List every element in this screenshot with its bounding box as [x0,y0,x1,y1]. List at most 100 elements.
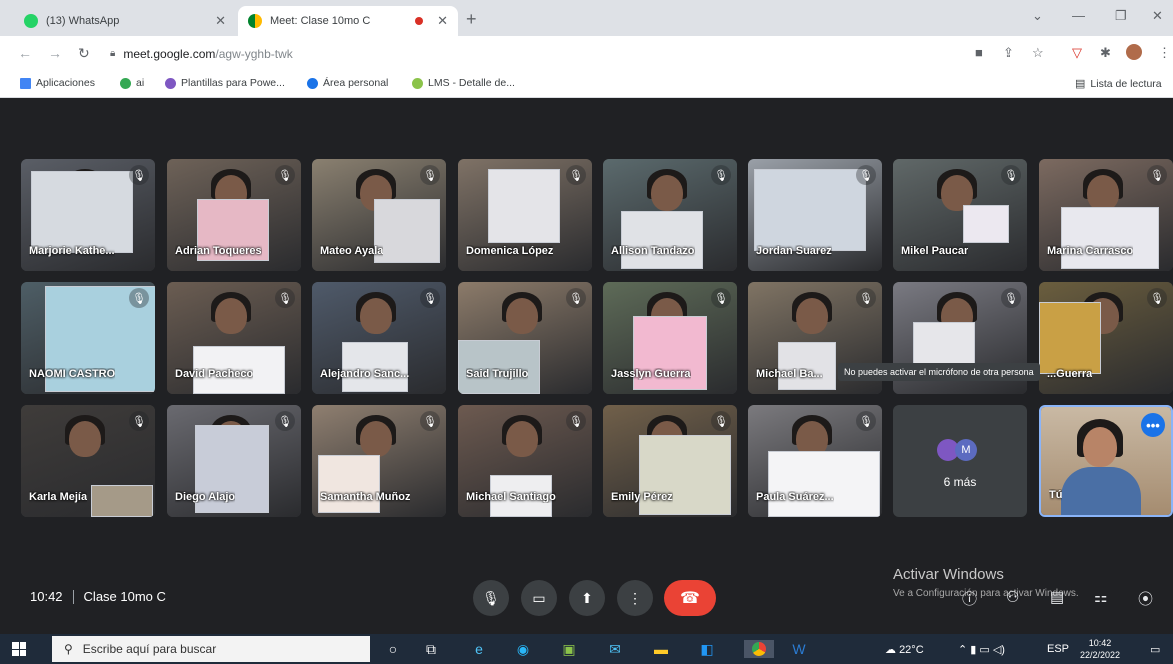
participant-tile[interactable]: 🎙︎ Allison Tandazo [603,159,737,271]
mail-icon[interactable]: ✉ [606,640,624,658]
participant-tile[interactable]: 🎙︎ Said Trujillo [458,282,592,394]
participant-body [1061,467,1141,515]
participant-name: David Pacheco [175,368,254,380]
restore-button[interactable]: ❐ [1115,8,1127,24]
more-participants-tile[interactable]: M 6 más [893,405,1027,517]
held-paper [1039,302,1101,374]
bookmark-apps[interactable]: Aplicaciones [20,77,95,89]
participant-name: Mikel Paucar [901,245,969,257]
extensions-puzzle-icon[interactable]: ✱ [1100,45,1111,61]
self-tile[interactable]: ••• Tú [1039,405,1173,517]
held-paper [639,435,731,515]
camera-button[interactable]: ▭ [521,580,557,616]
bookmark-ai[interactable]: ai [120,77,144,89]
extension-icon[interactable]: ▽ [1072,45,1082,61]
activities-icon[interactable]: ⚏ [1094,588,1107,606]
host-controls-icon[interactable]: ⦿ [1138,588,1153,609]
bookmark-label: ai [136,77,145,89]
participant-tile[interactable]: 🎙︎ Marina Carrasco [1039,159,1173,271]
cortana-icon[interactable]: ○ [384,640,402,658]
task-view-icon[interactable]: ⧉ [422,640,440,658]
participant-tile[interactable]: 🎙︎ Mikel Paucar [893,159,1027,271]
participant-tile[interactable]: 🎙︎ Adrian Toqueres [167,159,301,271]
participant-tile[interactable]: 🎙︎ Diego Alajo [167,405,301,517]
participant-tile[interactable]: 🎙︎ NAOMI CASTRO [21,282,155,394]
bookmark-plantillas[interactable]: Plantillas para Powe... [165,77,285,89]
profile-avatar[interactable] [1126,44,1142,60]
weather-temp: 22°C [899,644,924,656]
participant-tile[interactable]: 🎙︎ Domenica López [458,159,592,271]
more-options-icon[interactable]: ••• [1141,413,1165,437]
reading-list-label: Lista de lectura [1090,77,1162,90]
close-tab-icon[interactable]: ✕ [437,13,448,29]
participant-tile[interactable]: 🎙︎ Jasslyn Guerra [603,282,737,394]
windows-start-icon[interactable] [12,642,26,656]
menu-icon[interactable]: ⋮ [1158,45,1171,61]
more-options-button[interactable]: ⋮ [617,580,653,616]
muted-microphone-icon: 🎙︎ [1001,288,1021,308]
held-paper [91,485,153,517]
participant-tile[interactable]: 🎙︎ Paula Suárez... [748,405,882,517]
participant-tile[interactable]: 🎙︎ ...Guerra [1039,282,1173,394]
tab-search-icon[interactable]: ⌄ [1032,8,1043,24]
muted-microphone-icon: 🎙︎ [129,411,149,431]
participant-tile[interactable]: 🎙︎ Mateo Ayala [312,159,446,271]
muted-microphone-icon: 🎙︎ [420,165,440,185]
participant-name: Adrian Toqueres [175,245,262,257]
people-icon[interactable]: ⚇ [1006,588,1019,606]
chrome-icon[interactable] [744,640,774,658]
tab-whatsapp[interactable]: (13) WhatsApp ✕ [14,6,236,36]
participant-tile[interactable]: 🎙︎ Marjorie Kathe... [21,159,155,271]
reading-list-button[interactable]: ▤ Lista de lectura [1075,77,1162,91]
held-paper [488,169,560,243]
notifications-icon[interactable]: ▭ [1150,643,1160,656]
participant-tile[interactable]: 🎙︎ Emily Pérez [603,405,737,517]
address-bar[interactable]: 🔒︎ meet.google.com/agw-yghb-twk [110,44,960,63]
tray-icons[interactable]: ⌃ ▮ ▭ ◁) [958,643,1005,656]
minimize-button[interactable]: — [1072,8,1085,23]
close-tab-icon[interactable]: ✕ [215,13,226,29]
internet-explorer-icon[interactable]: e [470,640,488,658]
participant-face [796,298,828,334]
forward-button[interactable]: → [48,45,62,61]
reload-button[interactable]: ↻ [78,45,90,62]
reading-list-icon: ▤ [1075,78,1086,90]
participant-tile[interactable]: 🎙︎ Alejandro Sanc... [312,282,446,394]
bookmark-star-icon[interactable]: ☆ [1032,45,1044,61]
bookmark-lms[interactable]: LMS - Detalle de... [412,77,515,89]
back-button[interactable]: ← [18,45,32,61]
held-paper [778,342,836,390]
share-icon[interactable]: ⇪ [1003,45,1014,61]
camera-in-use-icon[interactable]: ■ [975,45,983,60]
participant-tile[interactable]: 🎙︎ Michael Santiago [458,405,592,517]
leave-call-button[interactable]: ☎︎ [664,580,716,616]
present-button[interactable]: ⬆ [569,580,605,616]
tab-meet[interactable]: Meet: Clase 10mo C ✕ [238,6,458,36]
weather-widget[interactable]: ☁ 22°C [885,643,924,656]
taskbar-clock[interactable]: 10:42 22/2/2022 [1080,637,1120,661]
edge-icon[interactable]: ◉ [514,640,532,658]
more-participants-label: 6 más [943,475,977,489]
close-window-button[interactable]: ✕ [1152,8,1163,24]
participant-face [651,175,683,211]
participant-tile[interactable]: 🎙︎ Samantha Muñoz [312,405,446,517]
word-icon[interactable]: W [790,640,808,658]
muted-microphone-icon: 🎙︎ [420,411,440,431]
bookmark-area-personal[interactable]: Área personal [307,77,388,89]
store-icon[interactable]: ▣ [560,640,578,658]
language-indicator[interactable]: ESP [1047,643,1069,655]
meeting-details-icon[interactable]: ⓘ [962,588,977,609]
participant-tile[interactable]: 🎙︎ David Pacheco [167,282,301,394]
file-explorer-icon[interactable]: ▬ [652,640,670,658]
weather-icon: ☁ [885,644,900,656]
new-tab-button[interactable]: + [466,9,477,30]
participant-avatar: M [955,439,977,461]
outlook-icon[interactable]: ◧ [698,640,716,658]
participant-name: Tú [1049,489,1063,501]
participant-tile[interactable]: 🎙︎ Jordan Suarez [748,159,882,271]
chat-icon[interactable]: ▤ [1050,588,1064,606]
microphone-icon: 🎙︎ [482,589,500,606]
participant-tile[interactable]: 🎙︎ Karla Mejía [21,405,155,517]
taskbar-search-input[interactable]: ⚲ Escribe aquí para buscar [52,636,370,662]
microphone-button[interactable]: 🎙︎ [473,580,509,616]
